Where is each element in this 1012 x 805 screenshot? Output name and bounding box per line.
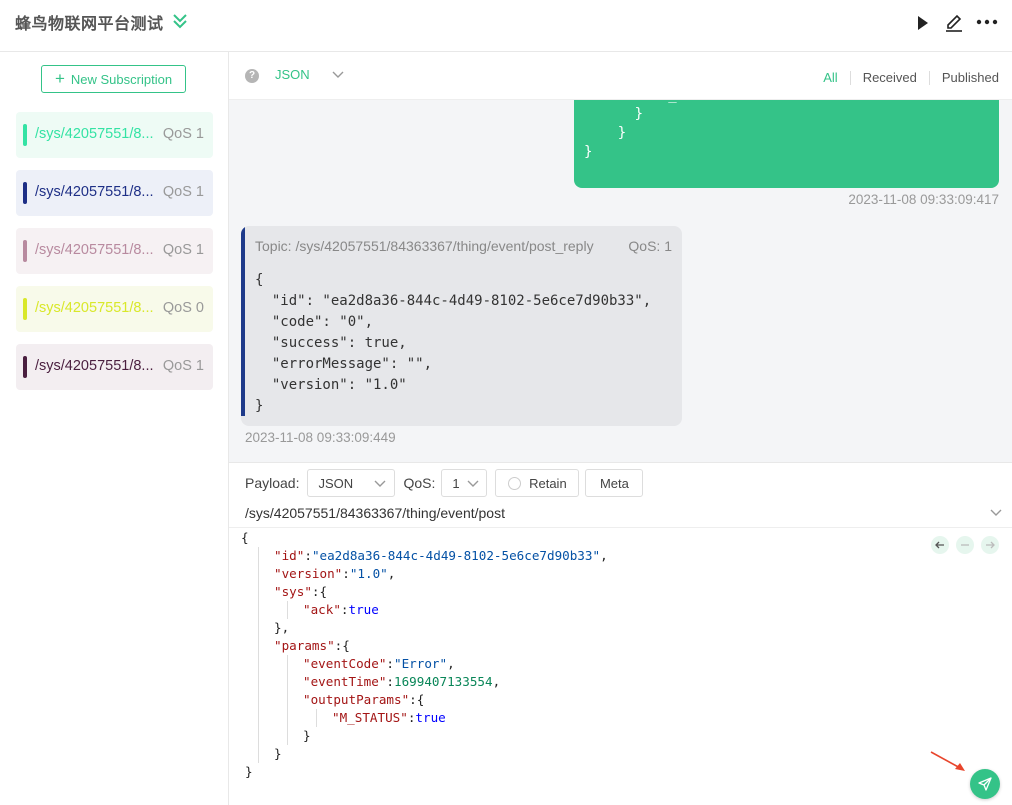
radio-icon — [508, 476, 522, 490]
indent-guide — [258, 547, 259, 763]
payload-format-value: JSON — [318, 475, 354, 491]
filter-divider — [928, 70, 930, 85]
meta-label: Meta — [599, 475, 629, 491]
code-line: "params":{ — [274, 638, 350, 653]
subscription-qos: QoS 1 — [162, 126, 204, 142]
payload-format-select[interactable]: JSON — [307, 469, 396, 497]
subscription-topic: /sys/42057551/8... — [35, 358, 154, 374]
publish-panel: Payload: JSON QoS: 1 Retain Meta /sys/42… — [229, 462, 1012, 805]
message-filters: All Received Published — [823, 70, 999, 85]
retain-toggle[interactable]: Retain — [495, 469, 580, 497]
code-line: "M_STATUS":true — [332, 710, 446, 725]
subscription-item[interactable]: /sys/42057551/8... QoS 1 — [16, 344, 213, 390]
edit-icon[interactable] — [944, 13, 964, 33]
published-message-time: 2023-11-08 09:33:09:417 — [848, 192, 999, 207]
code-line: } — [274, 746, 282, 761]
code-line: "eventCode":"Error", — [303, 656, 455, 671]
subscription-topic: /sys/42057551/8... — [35, 184, 154, 200]
published-message-bubble: "M_STATUS":true } } } — [574, 100, 999, 188]
subscription-qos: QoS 1 — [162, 358, 204, 374]
divider — [229, 527, 1012, 528]
indent-guide — [316, 709, 317, 727]
code-line: }, — [274, 620, 290, 635]
payload-editor[interactable]: { "id":"ea2d8a36-844c-4d49-8102-5e6ce7d9… — [241, 529, 991, 789]
code-line: "sys":{ — [274, 584, 328, 599]
new-subscription-label: New Subscription — [70, 71, 173, 87]
subscription-color-bar — [23, 240, 27, 262]
chevron-down-icon — [467, 480, 479, 487]
filter-published[interactable]: Published — [942, 70, 999, 85]
filter-divider — [849, 70, 851, 85]
received-message-bubble: Topic: /sys/42057551/84363367/thing/even… — [241, 226, 682, 426]
code-line: } — [245, 764, 253, 779]
qos-value: 1 — [452, 475, 460, 491]
subscription-qos: QoS 1 — [162, 184, 204, 200]
chevron-down-icon[interactable] — [332, 71, 344, 79]
received-message-qos: QoS: 1 — [628, 238, 672, 254]
message-list[interactable]: "M_STATUS":true } } } 2023-11-08 09:33:0… — [229, 100, 1012, 462]
plus-icon: + — [54, 69, 65, 88]
subscription-topic: /sys/42057551/8... — [35, 242, 154, 258]
send-button[interactable] — [970, 769, 1000, 799]
subscription-item[interactable]: /sys/42057551/8... QoS 1 — [16, 112, 213, 158]
subscription-item[interactable]: /sys/42057551/8... QoS 1 — [16, 170, 213, 216]
qos-select[interactable]: 1 — [441, 469, 488, 497]
subscription-color-bar — [23, 124, 27, 146]
filter-all[interactable]: All — [823, 70, 837, 85]
subscription-color-bar — [23, 356, 27, 378]
play-icon[interactable] — [915, 13, 931, 33]
subscription-topic: /sys/42057551/8... — [35, 126, 154, 142]
publish-options-row: Payload: JSON QoS: 1 Retain Meta — [245, 469, 644, 497]
code-line: "version":"1.0", — [274, 566, 396, 581]
subscription-color-bar — [23, 298, 27, 320]
help-icon[interactable]: ? — [245, 69, 259, 83]
subscription-item[interactable]: /sys/42057551/8... QoS 1 — [16, 228, 213, 274]
chevron-down-icon — [374, 480, 386, 487]
subscription-qos: QoS 0 — [162, 300, 204, 316]
chevron-down-icon[interactable] — [990, 509, 1002, 517]
subscription-color-bar — [23, 182, 27, 204]
code-line: "outputParams":{ — [303, 692, 425, 707]
qos-label: QoS: — [403, 475, 436, 491]
subscriptions-sidebar: + New Subscription /sys/42057551/8... QoS… — [0, 52, 229, 805]
double-chevron-down-icon[interactable] — [171, 12, 189, 30]
subscription-item[interactable]: /sys/42057551/8... QoS 0 — [16, 286, 213, 332]
subscription-topic: /sys/42057551/8... — [35, 300, 154, 316]
publish-topic-input[interactable]: /sys/42057551/84363367/thing/event/post — [245, 505, 505, 521]
indent-guide — [287, 655, 288, 745]
message-format-select[interactable]: JSON — [275, 67, 310, 82]
received-message-body: { "id": "ea2d8a36-844c-4d49-8102-5e6ce7d… — [255, 272, 652, 414]
code-line: { — [241, 530, 249, 545]
received-message-topic: Topic: /sys/42057551/84363367/thing/even… — [255, 238, 594, 254]
more-icon[interactable] — [976, 18, 998, 26]
received-message-time: 2023-11-08 09:33:09:449 — [245, 430, 396, 445]
code-line: "ack":true — [303, 602, 379, 617]
code-line: } — [303, 728, 311, 743]
payload-label: Payload: — [245, 475, 300, 491]
code-line: "eventTime":1699407133554, — [303, 674, 501, 689]
code-line: "id":"ea2d8a36-844c-4d49-8102-5e6ce7d90b… — [274, 548, 608, 563]
connection-title: 蜂鸟物联网平台测试 — [15, 16, 164, 33]
app-header: 蜂鸟物联网平台测试 — [0, 0, 1012, 52]
published-message-body: "M_STATUS":true } } } — [584, 100, 778, 160]
annotation-arrow-icon — [930, 751, 965, 771]
messages-toolbar: ? JSON All Received Published — [229, 52, 1012, 100]
filter-received[interactable]: Received — [863, 70, 917, 85]
send-icon — [978, 777, 992, 791]
retain-label: Retain — [529, 475, 567, 491]
topic-color-bar — [241, 226, 245, 416]
subscription-qos: QoS 1 — [162, 242, 204, 258]
new-subscription-button[interactable]: + New Subscription — [41, 65, 186, 93]
indent-guide — [287, 601, 288, 619]
meta-button[interactable]: Meta — [585, 469, 644, 497]
